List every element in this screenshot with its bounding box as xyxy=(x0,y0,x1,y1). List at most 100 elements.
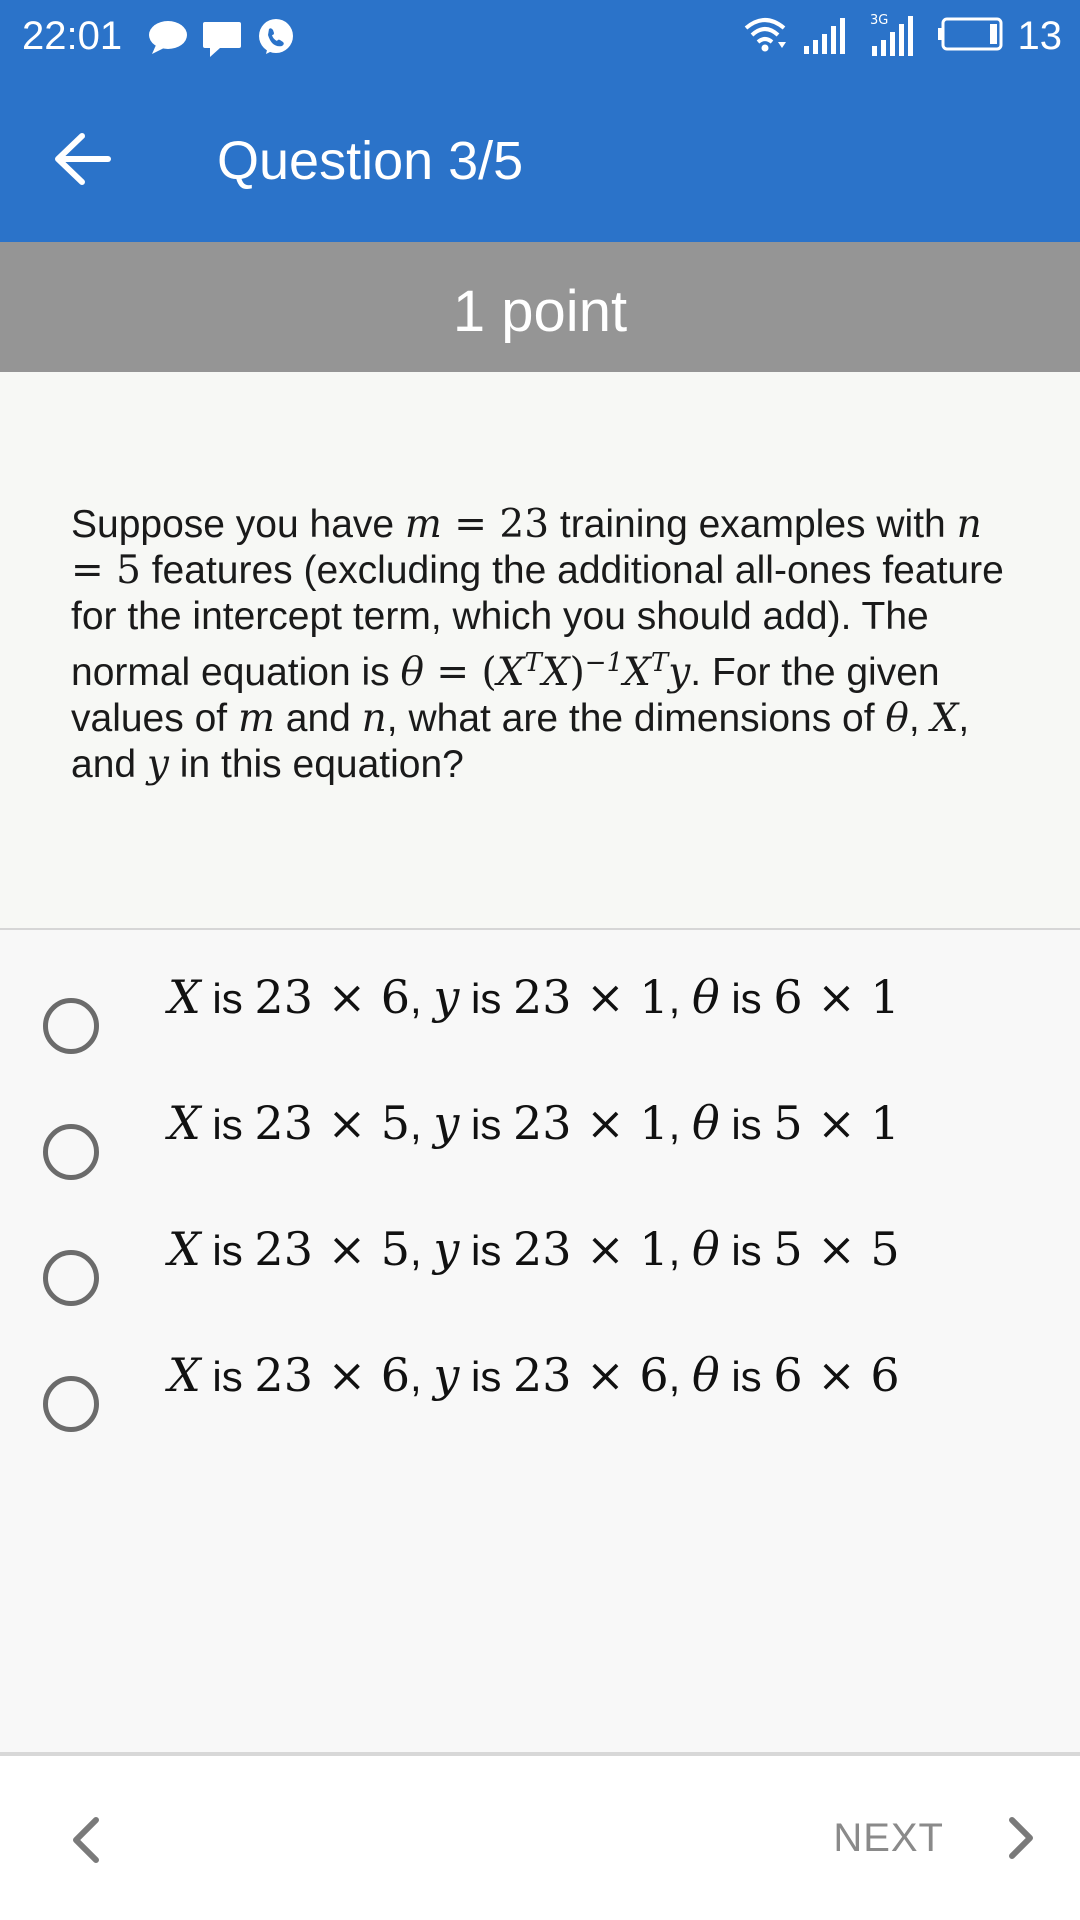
option-text: θ xyxy=(691,1222,720,1276)
question-segment: n xyxy=(361,696,387,741)
system-icons: 3G 13 xyxy=(742,12,1063,61)
notification-icons xyxy=(148,18,296,63)
signal-3g-icon: 3G xyxy=(870,12,924,61)
back-button[interactable] xyxy=(50,128,120,190)
option-text: is xyxy=(719,1101,774,1148)
option-text: , xyxy=(410,1227,434,1274)
svg-text:3G: 3G xyxy=(870,13,888,28)
question-segment: m xyxy=(404,502,442,547)
option-text: y xyxy=(433,1222,460,1276)
option-text: , xyxy=(410,1101,434,1148)
question-area: Suppose you have m = 23 training example… xyxy=(0,372,1080,930)
option-text: y xyxy=(433,970,460,1024)
option-text: is xyxy=(459,975,514,1022)
option-text: y xyxy=(433,1348,460,1402)
option-dimension: 23 × 6 xyxy=(254,970,411,1024)
question-segment: 23 xyxy=(499,502,550,547)
option-dimension: 5 × 1 xyxy=(773,1096,900,1150)
app-bar: Question 3/5 xyxy=(0,76,1080,242)
status-bar: 22:01 3G 13 xyxy=(0,0,1080,76)
option-text: is xyxy=(459,1101,514,1148)
signal-icon xyxy=(802,14,856,59)
option-dimension: 23 × 5 xyxy=(254,1222,411,1276)
question-segment: = 5 xyxy=(71,548,141,593)
question-segment: θ xyxy=(885,696,909,741)
answer-option[interactable]: X is 23 × 5, y is 23 × 1, θ is 5 × 5 xyxy=(0,1212,1080,1322)
option-text: X xyxy=(168,970,201,1024)
option-text: X xyxy=(168,1096,201,1150)
option-text: y xyxy=(433,1096,460,1150)
option-text: , xyxy=(410,1353,434,1400)
question-segment: y xyxy=(146,742,169,787)
question-text: Suppose you have m = 23 training example… xyxy=(71,502,1021,788)
option-label: X is 23 × 5, y is 23 × 1, θ is 5 × 1 xyxy=(168,1096,900,1150)
option-text: , xyxy=(668,1101,692,1148)
question-segment: θ xyxy=(400,650,425,695)
radio-button[interactable] xyxy=(43,998,99,1054)
option-text: is xyxy=(200,1101,255,1148)
question-segment: ) xyxy=(569,650,585,695)
option-text: is xyxy=(459,1353,514,1400)
option-dimension: 5 × 5 xyxy=(773,1222,900,1276)
wifi-icon xyxy=(742,14,788,59)
question-segment: X xyxy=(930,696,959,741)
option-dimension: 23 × 6 xyxy=(513,1348,669,1402)
option-text: θ xyxy=(691,970,720,1024)
option-text: X xyxy=(168,1222,201,1276)
question-segment: T xyxy=(650,648,669,678)
option-label: X is 23 × 6, y is 23 × 1, θ is 6 × 1 xyxy=(168,970,900,1024)
option-dimension: 23 × 1 xyxy=(513,970,669,1024)
answer-option[interactable]: X is 23 × 6, y is 23 × 1, θ is 6 × 1 xyxy=(0,960,1080,1070)
option-text: , xyxy=(668,1227,692,1274)
battery-level: 13 xyxy=(1017,14,1063,58)
question-segment: Suppose you have xyxy=(71,503,405,546)
option-text: is xyxy=(200,1227,255,1274)
question-segment: = xyxy=(441,502,500,547)
option-text: is xyxy=(719,1227,774,1274)
option-dimension: 23 × 6 xyxy=(254,1348,411,1402)
message-icon xyxy=(202,18,242,63)
question-segment: , what are the dimensions of xyxy=(386,697,886,740)
option-text: is xyxy=(200,1353,255,1400)
page-title: Question 3/5 xyxy=(217,131,524,191)
question-segment: X xyxy=(496,650,525,695)
next-button[interactable]: NEXT xyxy=(833,1798,1040,1878)
option-text: is xyxy=(719,975,774,1022)
question-segment: n xyxy=(956,502,982,547)
viber-icon xyxy=(256,18,296,63)
points-banner: 1 point xyxy=(0,242,1080,372)
option-text: is xyxy=(200,975,255,1022)
option-dimension: 23 × 5 xyxy=(254,1096,411,1150)
battery-icon xyxy=(937,16,1004,57)
answer-option[interactable]: X is 23 × 6, y is 23 × 6, θ is 6 × 6 xyxy=(0,1338,1080,1448)
arrow-left-icon xyxy=(55,133,111,185)
chat-bubble-icon xyxy=(148,18,188,63)
radio-button[interactable] xyxy=(43,1124,99,1180)
option-text: , xyxy=(668,1353,692,1400)
option-dimension: 23 × 1 xyxy=(513,1096,669,1150)
answer-option[interactable]: X is 23 × 5, y is 23 × 1, θ is 5 × 1 xyxy=(0,1086,1080,1196)
option-text: , xyxy=(410,975,434,1022)
option-text: X xyxy=(168,1348,201,1402)
option-dimension: 6 × 1 xyxy=(773,970,900,1024)
radio-button[interactable] xyxy=(43,1376,99,1432)
question-segment: in this equation? xyxy=(168,743,464,786)
question-segment: X xyxy=(623,650,651,695)
next-label: NEXT xyxy=(833,1815,944,1860)
question-segment: X xyxy=(541,650,570,695)
radio-button[interactable] xyxy=(43,1250,99,1306)
option-label: X is 23 × 6, y is 23 × 6, θ is 6 × 6 xyxy=(168,1348,900,1402)
question-segment: , xyxy=(908,697,931,740)
option-text: θ xyxy=(691,1348,720,1402)
question-segment: and xyxy=(274,697,362,740)
status-time: 22:01 xyxy=(22,14,123,58)
previous-button[interactable] xyxy=(62,1812,112,1868)
chevron-right-icon xyxy=(1009,1817,1033,1859)
option-text: is xyxy=(719,1353,774,1400)
option-dimension: 23 × 1 xyxy=(513,1222,669,1276)
bottom-nav: NEXT xyxy=(0,1756,1080,1920)
question-segment: = ( xyxy=(424,650,497,695)
question-segment: T xyxy=(524,648,542,678)
chevron-left-icon xyxy=(73,1817,99,1863)
option-label: X is 23 × 5, y is 23 × 1, θ is 5 × 5 xyxy=(168,1222,900,1276)
